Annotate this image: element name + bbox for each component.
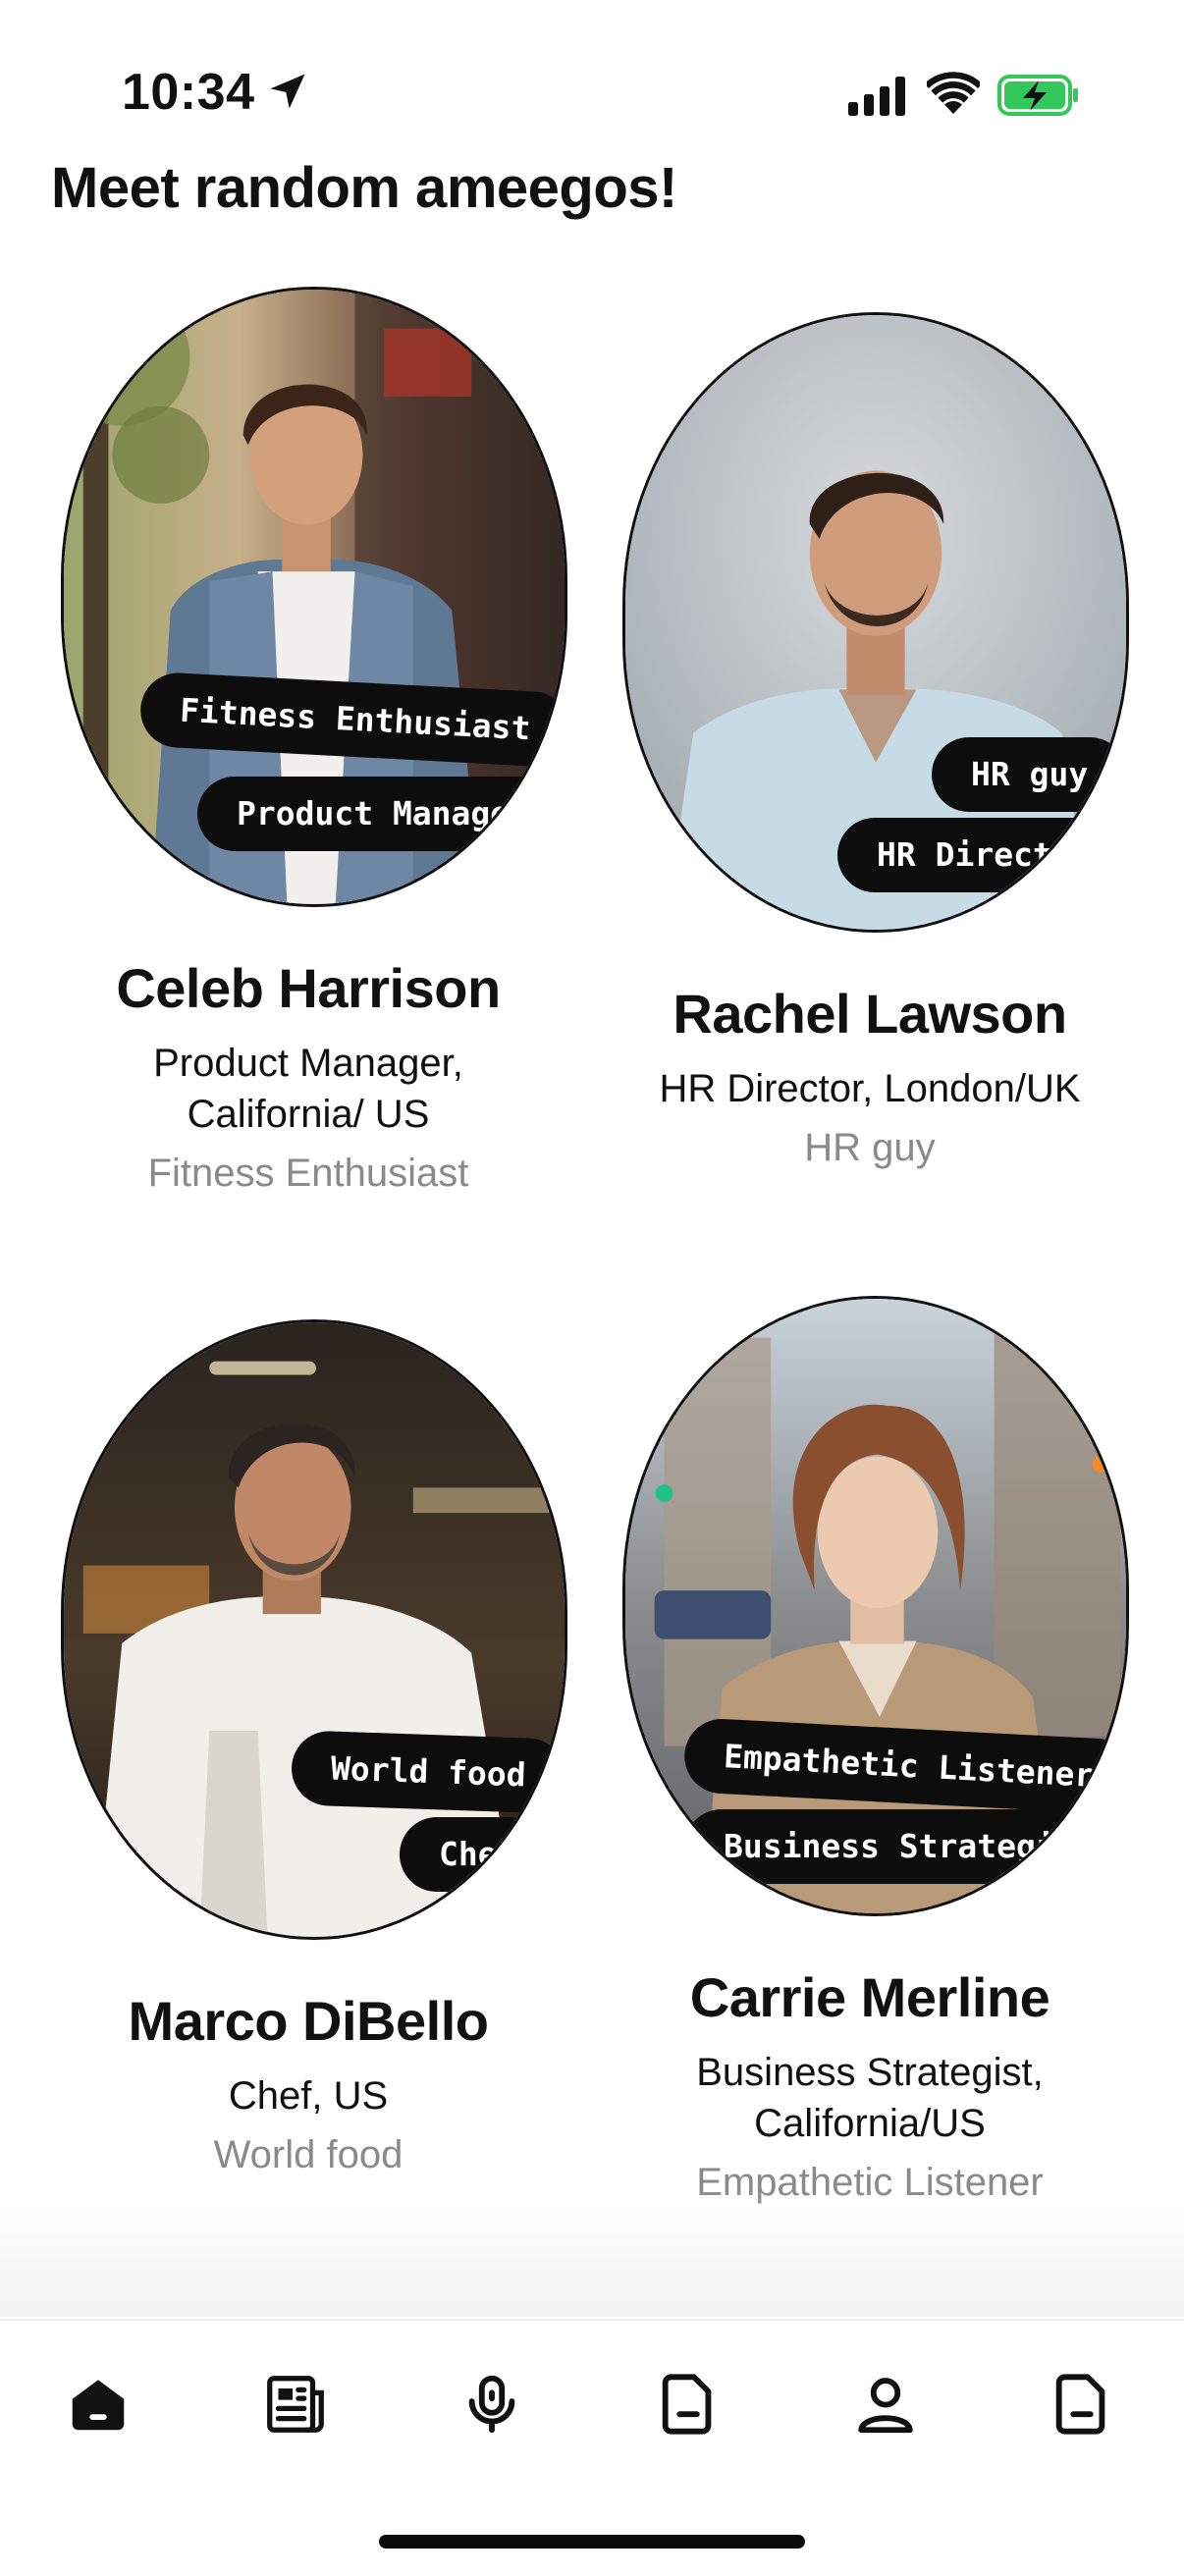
- tab-documents[interactable]: [644, 2360, 732, 2448]
- tab-home[interactable]: [54, 2360, 142, 2448]
- role-tag: Product Manager: [197, 777, 565, 851]
- profile-role-location: Chef, US: [228, 2074, 389, 2118]
- profile-role-location: HR Director, London/UK: [659, 1067, 1081, 1110]
- role-tag: HR Director: [837, 818, 1126, 892]
- wifi-icon: [927, 72, 980, 114]
- profile-interest: World food: [213, 2133, 404, 2176]
- interest-tag: HR guy: [932, 737, 1126, 812]
- profile-card[interactable]: Fitness Enthusiast Product Manager Celeb…: [43, 287, 573, 1196]
- scroll-fade: [0, 2189, 1184, 2317]
- profile-role-location: Business Strategist, California/US: [696, 2051, 1044, 2145]
- document-icon: [662, 2374, 712, 2435]
- profile-icon: [858, 2378, 913, 2434]
- profile-name: Rachel Lawson: [673, 983, 1067, 1045]
- page-title: Meet random ameegos!: [51, 156, 677, 220]
- profile-photo: Fitness Enthusiast Product Manager: [61, 287, 567, 907]
- interest-tag: World food: [290, 1730, 565, 1814]
- profile-interest: HR guy: [804, 1126, 936, 1169]
- profile-photo: World food Chef: [61, 1319, 567, 1940]
- profile-name: Celeb Harrison: [116, 957, 501, 1019]
- tab-voice[interactable]: [448, 2360, 536, 2448]
- profile-name: Carrie Merline: [689, 1966, 1050, 2028]
- home-icon: [72, 2380, 125, 2431]
- profile-photo: Empathetic Listener Business Strategist: [622, 1296, 1129, 1916]
- status-bar: 10:34: [0, 0, 1184, 147]
- profile-card[interactable]: HR guy HR Director Rachel Lawson HR Dire…: [605, 312, 1135, 1170]
- profile-interest: Fitness Enthusiast: [147, 1152, 469, 1195]
- status-time: 10:34: [122, 64, 255, 121]
- role-tag: Business Strategist: [684, 1809, 1126, 1884]
- home-indicator[interactable]: [379, 2535, 805, 2549]
- tab-feed[interactable]: [251, 2360, 340, 2448]
- role-tag: Chef: [400, 1817, 557, 1892]
- tab-documents-2[interactable]: [1038, 2360, 1126, 2448]
- profile-card[interactable]: World food Chef Marco DiBello Chef, US W…: [43, 1319, 573, 2177]
- profile-photo: HR guy HR Director: [622, 312, 1129, 933]
- cellular-signal-icon: [848, 77, 905, 116]
- newspaper-icon: [267, 2376, 324, 2433]
- profile-role-location: Product Manager, California/ US: [153, 1042, 463, 1136]
- battery-charging-icon: [997, 75, 1078, 116]
- profile-name: Marco DiBello: [128, 1990, 489, 2052]
- profile-card[interactable]: Empathetic Listener Business Strategist …: [605, 1296, 1135, 2205]
- tab-profile[interactable]: [841, 2360, 930, 2448]
- microphone-icon: [468, 2375, 515, 2434]
- location-arrow-icon: [270, 74, 305, 109]
- document-icon: [1055, 2374, 1105, 2435]
